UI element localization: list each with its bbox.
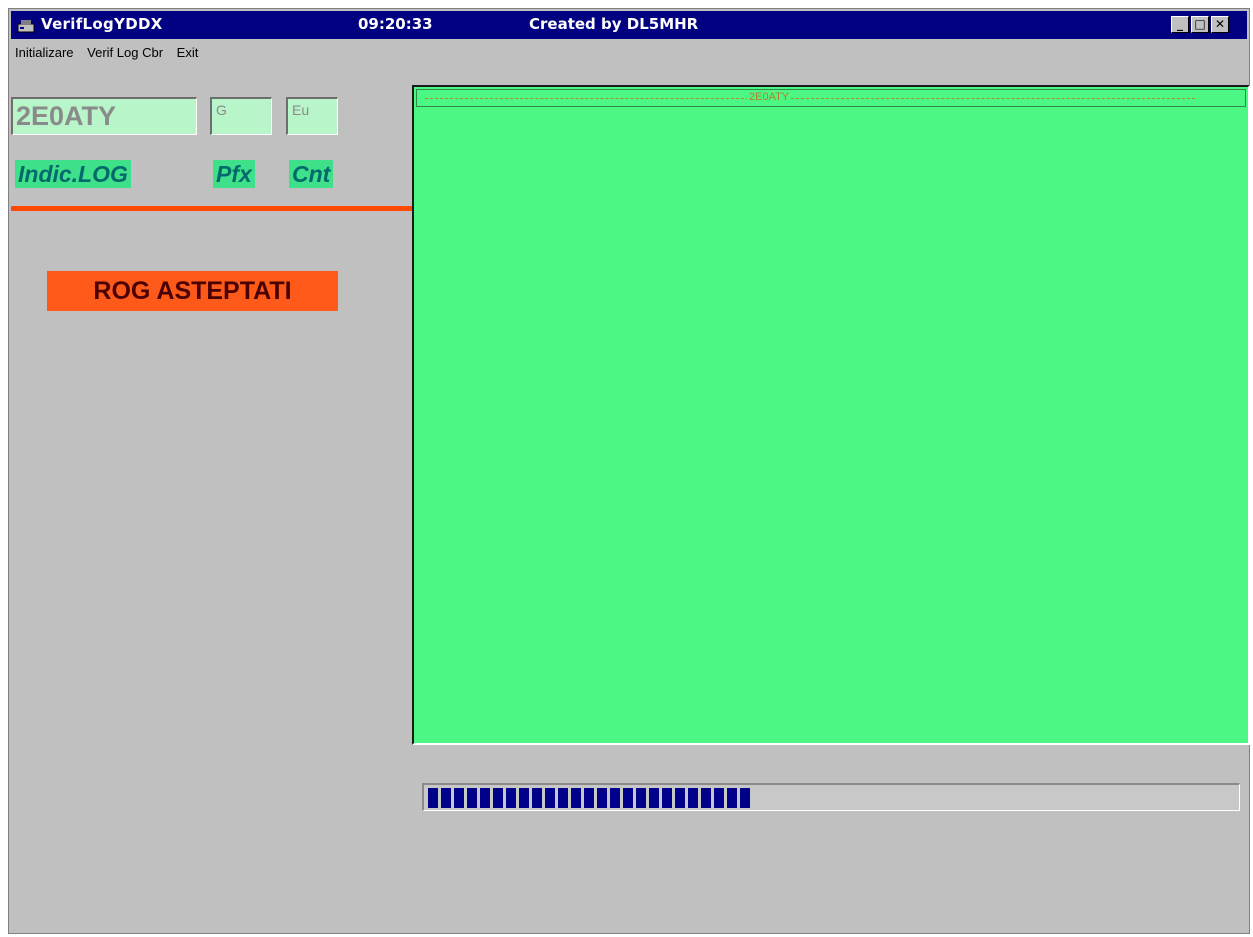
menu-initializare[interactable]: Initializare [15,45,74,60]
minimize-button[interactable]: _ [1171,16,1189,33]
progress-block [727,788,737,808]
focus-outline [425,98,1195,99]
continent-field[interactable]: Eu [286,97,338,135]
menu-exit[interactable]: Exit [177,45,199,60]
progress-block [545,788,555,808]
menu-bar: Initializare Verif Log Cbr Exit [15,45,208,65]
progress-block [740,788,750,808]
progress-block [701,788,711,808]
progress-block [428,788,438,808]
progress-block [649,788,659,808]
progress-block [584,788,594,808]
progress-block [467,788,477,808]
log-row[interactable]: 2E0ATY [416,89,1246,107]
progress-block [532,788,542,808]
title-bar[interactable]: VerifLogYDDX 09:20:33 Created by DL5MHR … [11,11,1247,39]
progress-block [688,788,698,808]
close-button[interactable]: ✕ [1211,16,1229,33]
callsign-field[interactable]: 2E0ATY [11,97,197,135]
divider [11,206,413,211]
progress-block [454,788,464,808]
maximize-button[interactable]: □ [1191,16,1209,33]
progress-block [493,788,503,808]
prefix-label: Pfx [213,160,255,188]
progress-block [558,788,568,808]
progress-block [506,788,516,808]
progress-block [623,788,633,808]
continent-label: Cnt [289,160,334,188]
progress-block [675,788,685,808]
progress-block [714,788,724,808]
progress-block [519,788,529,808]
progress-block [636,788,646,808]
app-window: VerifLogYDDX 09:20:33 Created by DL5MHR … [8,8,1250,934]
progress-block [597,788,607,808]
progress-fill [428,788,750,808]
progress-block [571,788,581,808]
progress-block [441,788,451,808]
progress-bar [422,783,1240,811]
window-title: VerifLogYDDX [41,15,163,33]
status-button[interactable]: ROG ASTEPTATI [47,271,338,311]
app-icon [17,20,35,33]
prefix-field[interactable]: G [210,97,272,135]
clock: 09:20:33 [358,15,433,33]
log-list[interactable]: 2E0ATY [412,85,1250,745]
progress-block [480,788,490,808]
progress-block [610,788,620,808]
log-row-text: 2E0ATY [747,91,792,103]
menu-verif-log[interactable]: Verif Log Cbr [87,45,163,60]
credit-text: Created by DL5MHR [529,15,699,33]
callsign-label: Indic.LOG [15,160,131,188]
progress-block [662,788,672,808]
